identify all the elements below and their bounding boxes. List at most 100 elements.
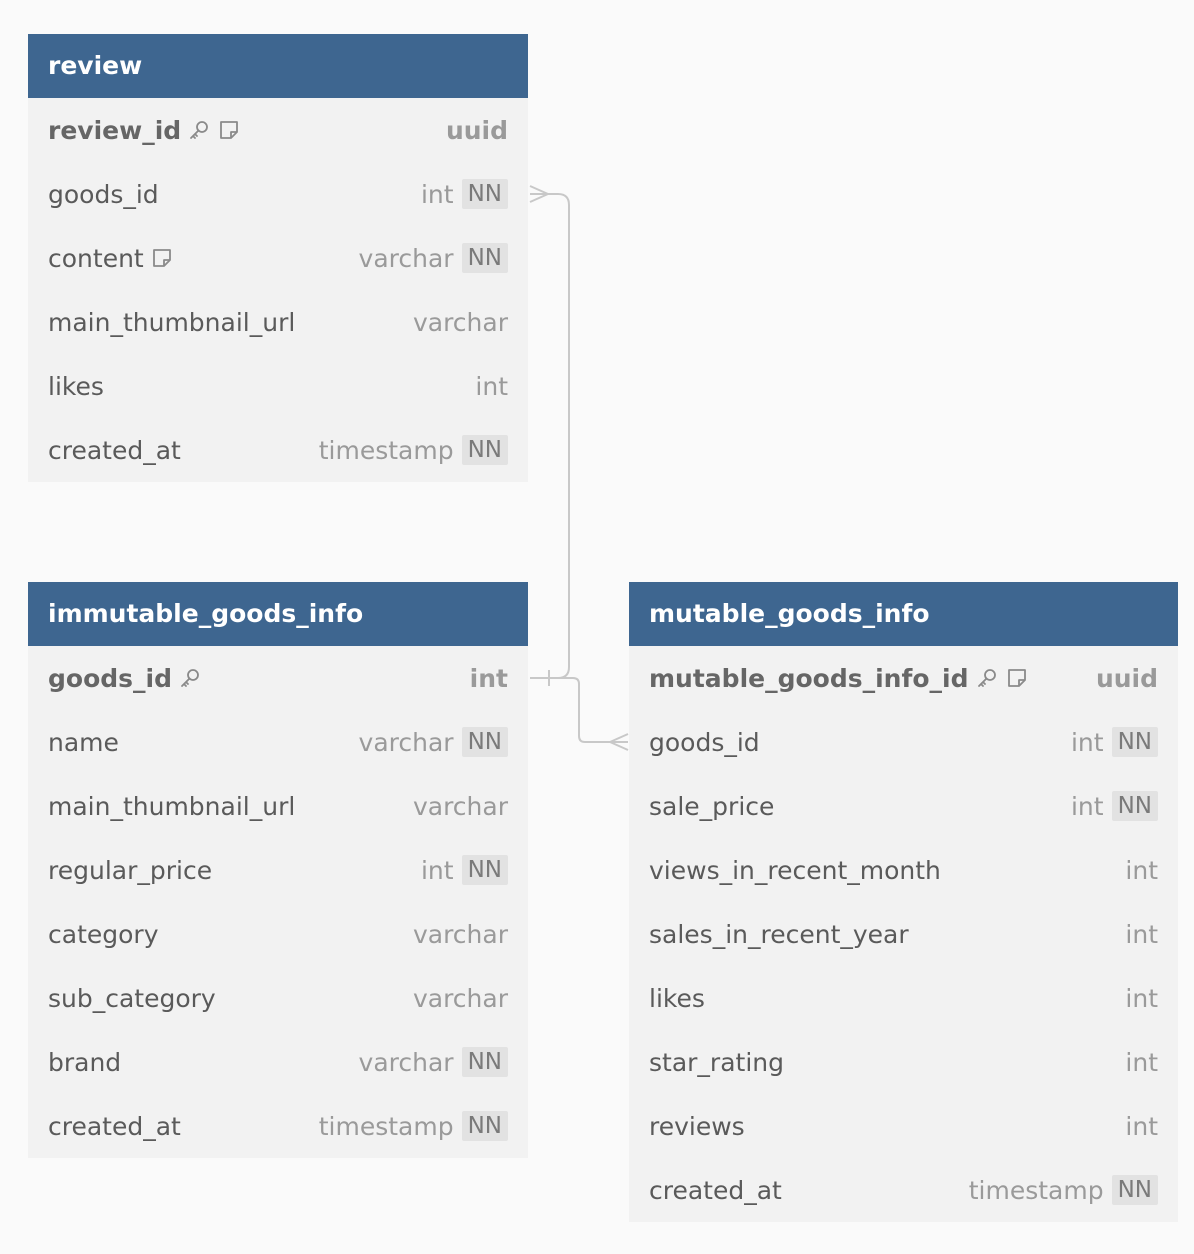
column-left: goods_id <box>48 180 159 209</box>
column-row[interactable]: sale_price int NN <box>629 774 1178 838</box>
column-row[interactable]: likes int <box>28 354 528 418</box>
column-row[interactable]: regular_price int NN <box>28 838 528 902</box>
column-row[interactable]: content varchar NN <box>28 226 528 290</box>
column-row[interactable]: views_in_recent_month int <box>629 838 1178 902</box>
column-row[interactable]: brand varchar NN <box>28 1030 528 1094</box>
column-name: created_at <box>649 1175 782 1205</box>
crowfoot-mutable-icon <box>609 733 629 751</box>
column-right: int NN <box>1071 791 1158 821</box>
column-row[interactable]: main_thumbnail_url varchar <box>28 290 528 354</box>
column-row[interactable]: created_at timestamp NN <box>28 418 528 482</box>
column-type: int <box>1070 791 1104 821</box>
column-name: name <box>48 727 119 757</box>
connector-mutable-goods-id <box>558 677 628 743</box>
column-right: timestamp NN <box>319 435 508 465</box>
column-row[interactable]: main_thumbnail_url varchar <box>28 774 528 838</box>
key-icon <box>975 666 999 690</box>
column-name: created_at <box>48 435 181 465</box>
column-left: created_at <box>48 1112 181 1141</box>
column-right: timestamp NN <box>969 1175 1158 1205</box>
table-header-mutable-goods-info[interactable]: mutable_goods_info <box>629 582 1178 646</box>
key-icon <box>187 118 211 142</box>
column-type: int <box>1125 1047 1158 1077</box>
erd-canvas: review review_id uuid goods_id int NN content… <box>0 0 1194 1254</box>
column-left: main_thumbnail_url <box>48 308 295 337</box>
table-header-immutable-goods-info[interactable]: immutable_goods_info <box>28 582 528 646</box>
column-type: varchar <box>358 727 454 757</box>
column-right: int NN <box>1071 727 1158 757</box>
column-type: int <box>420 855 454 885</box>
column-left: brand <box>48 1048 121 1077</box>
column-name: main_thumbnail_url <box>48 791 296 821</box>
table-mutable-goods-info[interactable]: mutable_goods_info mutable_goods_info_id… <box>629 582 1178 1222</box>
table-immutable-goods-info[interactable]: immutable_goods_info goods_id int name varc… <box>28 582 528 1158</box>
not-null-badge: NN <box>461 435 508 465</box>
column-left: sales_in_recent_year <box>649 920 909 949</box>
column-type: varchar <box>412 983 508 1013</box>
not-null-badge: NN <box>461 1111 508 1141</box>
column-type: timestamp <box>318 435 454 465</box>
column-right: int NN <box>421 179 508 209</box>
column-name: likes <box>649 983 705 1013</box>
column-left: goods_id <box>649 728 760 757</box>
column-name: regular_price <box>48 855 213 885</box>
column-name: reviews <box>649 1111 745 1141</box>
column-type: timestamp <box>968 1175 1104 1205</box>
column-row[interactable]: category varchar <box>28 902 528 966</box>
column-row[interactable]: goods_id int NN <box>28 162 528 226</box>
column-row[interactable]: star_rating int <box>629 1030 1178 1094</box>
column-right: varchar <box>413 792 508 821</box>
column-left: name <box>48 728 119 757</box>
column-right: int <box>470 664 508 693</box>
table-review[interactable]: review review_id uuid goods_id int NN content… <box>28 34 528 482</box>
not-null-badge: NN <box>461 727 508 757</box>
column-name: views_in_recent_month <box>649 855 941 885</box>
column-left: reviews <box>649 1112 745 1141</box>
note-icon <box>217 118 241 142</box>
not-null-badge: NN <box>1111 1175 1158 1205</box>
column-name: goods_id <box>649 727 760 757</box>
column-type: int <box>469 663 508 693</box>
column-left: likes <box>649 984 705 1013</box>
column-name: category <box>48 919 159 949</box>
column-right: varchar NN <box>359 243 508 273</box>
column-row[interactable]: created_at timestamp NN <box>629 1158 1178 1222</box>
column-right: varchar <box>413 984 508 1013</box>
column-type: int <box>1070 727 1104 757</box>
column-row[interactable]: mutable_goods_info_id uuid <box>629 646 1178 710</box>
column-right: varchar NN <box>359 727 508 757</box>
column-row[interactable]: sales_in_recent_year int <box>629 902 1178 966</box>
column-right: uuid <box>1096 664 1158 693</box>
column-row[interactable]: likes int <box>629 966 1178 1030</box>
column-name: mutable_goods_info_id <box>649 663 969 693</box>
column-type: int <box>420 179 454 209</box>
table-header-review[interactable]: review <box>28 34 528 98</box>
column-type: int <box>1125 855 1158 885</box>
column-name: content <box>48 243 144 273</box>
column-row[interactable]: reviews int <box>629 1094 1178 1158</box>
column-left: regular_price <box>48 856 212 885</box>
column-row[interactable]: goods_id int NN <box>629 710 1178 774</box>
column-left: sub_category <box>48 984 216 1013</box>
note-icon <box>150 246 174 270</box>
column-right: varchar <box>413 308 508 337</box>
crowfoot-review-icon <box>529 185 549 203</box>
not-null-badge: NN <box>461 243 508 273</box>
column-name: likes <box>48 371 104 401</box>
not-null-badge: NN <box>1111 791 1158 821</box>
column-name: review_id <box>48 115 182 145</box>
not-null-badge: NN <box>461 855 508 885</box>
not-null-badge: NN <box>1111 727 1158 757</box>
column-right: int <box>1125 1112 1158 1141</box>
not-null-badge: NN <box>461 1047 508 1077</box>
column-row[interactable]: name varchar NN <box>28 710 528 774</box>
column-left: sale_price <box>649 792 774 821</box>
column-right: int <box>1125 856 1158 885</box>
column-row[interactable]: goods_id int <box>28 646 528 710</box>
column-row[interactable]: created_at timestamp NN <box>28 1094 528 1158</box>
column-row[interactable]: sub_category varchar <box>28 966 528 1030</box>
column-name: goods_id <box>48 663 172 693</box>
column-right: int <box>1125 920 1158 949</box>
column-type: int <box>1125 983 1158 1013</box>
column-row[interactable]: review_id uuid <box>28 98 528 162</box>
